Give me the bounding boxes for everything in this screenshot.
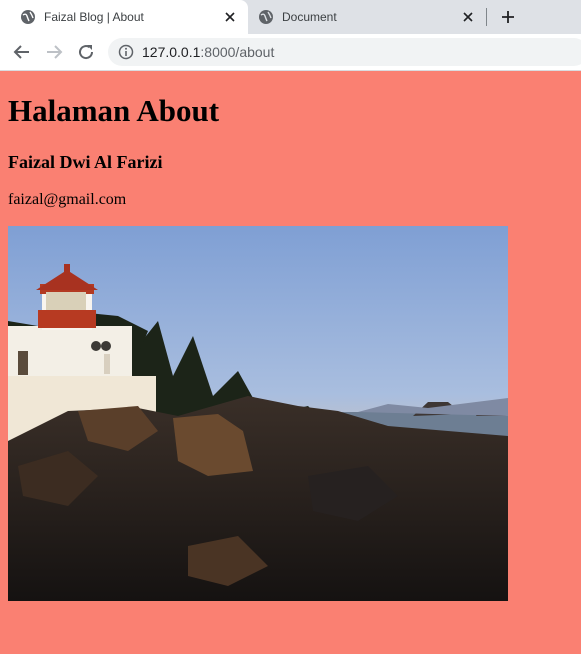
- page-content: Halaman About Faizal Dwi Al Farizi faiza…: [0, 71, 581, 654]
- tab-strip: Faizal Blog | About Document: [0, 0, 581, 34]
- close-tab-icon[interactable]: [222, 9, 238, 25]
- author-email: faizal@gmail.com: [8, 191, 127, 208]
- globe-icon: [20, 9, 36, 25]
- page-title: Halaman About: [8, 93, 220, 128]
- tab-faizal-blog-about[interactable]: Faizal Blog | About: [0, 0, 248, 34]
- address-bar[interactable]: 127.0.0.1:8000/about: [108, 38, 581, 66]
- tab-separator: [486, 8, 487, 26]
- author-name: Faizal Dwi Al Farizi: [8, 152, 163, 172]
- arrow-right-icon: [47, 45, 63, 59]
- tab-title: Faizal Blog | About: [44, 10, 144, 24]
- browser-toolbar: 127.0.0.1:8000/about: [0, 34, 581, 71]
- lighthouse-photo: [8, 226, 508, 601]
- plus-icon: [502, 11, 514, 23]
- url-path: :8000/about: [200, 44, 275, 60]
- tab-title: Document: [282, 10, 337, 24]
- url-text: 127.0.0.1:8000/about: [142, 44, 274, 60]
- url-host: 127.0.0.1: [142, 44, 201, 60]
- new-tab-button[interactable]: [498, 7, 518, 27]
- reload-icon: [79, 45, 94, 60]
- arrow-left-icon: [13, 45, 29, 59]
- tab-document[interactable]: Document: [248, 0, 486, 34]
- back-button[interactable]: [12, 42, 32, 62]
- globe-icon: [258, 9, 274, 25]
- info-icon[interactable]: [118, 44, 134, 60]
- close-tab-icon[interactable]: [460, 9, 476, 25]
- reload-button[interactable]: [76, 42, 96, 62]
- forward-button[interactable]: [44, 42, 64, 62]
